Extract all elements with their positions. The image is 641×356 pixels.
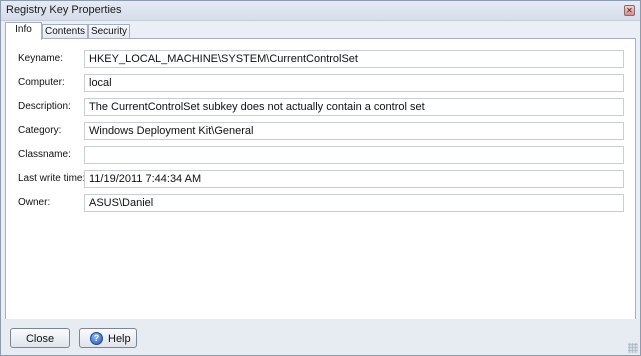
tab-info[interactable]: Info <box>5 22 42 40</box>
keyname-field[interactable]: HKEY_LOCAL_MACHINE\SYSTEM\CurrentControl… <box>84 50 624 68</box>
classname-label: Classname: <box>18 149 71 160</box>
help-question-icon: ? <box>90 332 103 345</box>
last-write-time-label: Last write time: <box>18 173 86 184</box>
title-bar[interactable]: Registry Key Properties ✕ <box>1 1 640 21</box>
resize-grip-icon[interactable] <box>628 343 638 353</box>
classname-field[interactable] <box>84 146 624 164</box>
category-label: Category: <box>18 125 62 136</box>
button-footer: Close ? Help <box>1 319 640 355</box>
help-button[interactable]: ? Help <box>79 328 137 348</box>
tab-contents[interactable]: Contents <box>42 24 88 39</box>
keyname-label: Keyname: <box>18 53 64 64</box>
description-label: Description: <box>18 101 71 112</box>
close-button[interactable]: Close <box>10 328 70 348</box>
help-button-label: Help <box>108 333 131 345</box>
tab-security[interactable]: Security <box>88 24 130 39</box>
registry-key-properties-window: Registry Key Properties ✕ Info Contents … <box>0 0 641 356</box>
computer-field[interactable]: local <box>84 74 624 92</box>
category-field[interactable]: Windows Deployment Kit\General <box>84 122 624 140</box>
owner-field[interactable]: ASUS\Daniel <box>84 194 624 212</box>
last-write-time-field[interactable]: 11/19/2011 7:44:34 AM <box>84 170 624 188</box>
close-window-icon[interactable]: ✕ <box>624 5 635 16</box>
owner-label: Owner: <box>18 197 51 208</box>
computer-label: Computer: <box>18 77 65 88</box>
window-title: Registry Key Properties <box>6 4 122 16</box>
description-field[interactable]: The CurrentControlSet subkey does not ac… <box>84 98 624 116</box>
close-button-label: Close <box>25 333 55 345</box>
info-panel: Keyname: HKEY_LOCAL_MACHINE\SYSTEM\Curre… <box>5 38 636 321</box>
